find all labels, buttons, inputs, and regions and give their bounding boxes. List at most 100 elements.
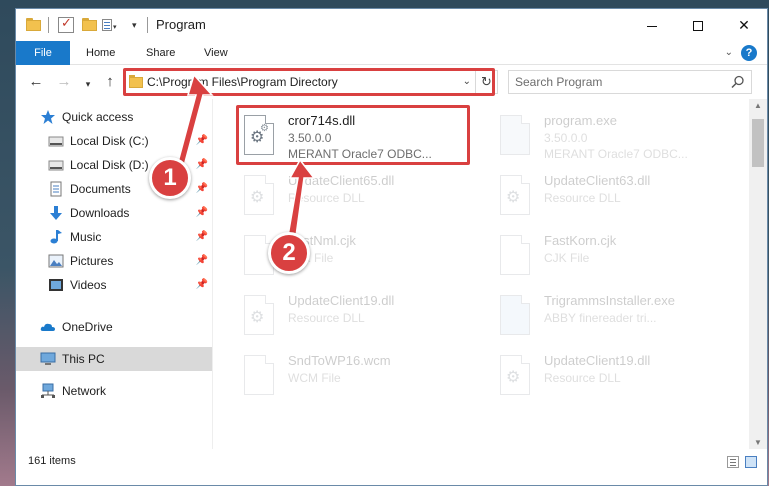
pin-icon[interactable]: 📌 (196, 207, 208, 218)
forward-arrow-icon[interactable]: → (54, 72, 74, 92)
file-type: ABBY finereader tri... (544, 311, 657, 325)
exe-file-icon (500, 295, 534, 337)
close-button[interactable]: ✕ (721, 9, 767, 41)
file-type: Resource DLL (288, 191, 365, 205)
file-item[interactable]: ⚙ UpdateClient19.dll Resource DLL (494, 349, 734, 405)
sidebar-item-videos[interactable]: Videos 📌 (16, 273, 212, 297)
pane-divider[interactable] (212, 99, 213, 449)
vertical-scrollbar[interactable]: ▲ ▼ (749, 99, 767, 449)
file-name: TrigrammsInstaller.exe (544, 293, 675, 308)
tab-file[interactable]: File (16, 41, 70, 65)
address-path[interactable]: C:\Program Files\Program Directory (147, 75, 338, 89)
sidebar-item-label: Downloads (70, 206, 130, 220)
sidebar-item-network[interactable]: Network (16, 379, 212, 403)
tab-share[interactable]: Share (136, 41, 185, 65)
file-name: UpdateClient63.dll (544, 173, 651, 188)
pin-icon[interactable]: 📌 (196, 183, 208, 194)
pictures-icon (48, 254, 64, 268)
properties-check-icon[interactable] (58, 15, 74, 33)
sidebar-item-label: Quick access (62, 110, 134, 124)
file-type: WCM File (288, 371, 341, 385)
tab-view[interactable]: View (194, 41, 238, 65)
address-bar[interactable]: C:\Program Files\Program Directory ⌄ ↻ (124, 70, 498, 94)
new-folder-icon[interactable] (82, 17, 98, 33)
maximize-button[interactable] (675, 9, 721, 41)
file-type: Resource DLL (288, 311, 365, 325)
file-type: Resource DLL (544, 371, 621, 385)
toolbar-separator (48, 17, 49, 33)
file-name: FastKorn.cjk (544, 233, 617, 248)
file-name: UpdateClient19.dll (288, 293, 395, 308)
file-item[interactable]: program.exe 3.50.0.0 MERANT Oracle7 ODBC… (494, 109, 734, 165)
dll-file-icon: ⚙ (500, 175, 534, 217)
file-item[interactable]: ⚙ UpdateClient63.dll Resource DLL (494, 169, 734, 225)
address-dropdown-chevron-icon[interactable]: ⌄ (463, 76, 471, 87)
minimize-button[interactable] (629, 9, 675, 41)
tiles-view-icon[interactable] (745, 456, 757, 468)
sidebar-item-quick-access[interactable]: Quick access (16, 105, 212, 129)
scroll-thumb[interactable] (752, 119, 764, 167)
file-item[interactable]: FastKorn.cjk CJK File (494, 229, 734, 285)
title-bar: ▾ ▾ Program ✕ (16, 9, 767, 41)
sidebar-item-label: OneDrive (62, 320, 113, 334)
file-type: Resource DLL (544, 191, 621, 205)
scroll-up-icon[interactable]: ▲ (749, 101, 767, 110)
file-highlight-box (236, 105, 470, 165)
pin-icon[interactable]: 📌 (196, 279, 208, 290)
recent-locations-chevron-icon[interactable]: ▾ (78, 74, 98, 94)
file-name: UpdateClient19.dll (544, 353, 651, 368)
expand-ribbon-chevron-icon[interactable]: ⌄ (725, 47, 733, 58)
folder-icon (26, 17, 42, 33)
file-item[interactable]: SndToWP16.wcm WCM File (238, 349, 478, 405)
pin-icon[interactable]: 📌 (196, 231, 208, 242)
search-box[interactable] (508, 70, 752, 94)
status-bar: 161 items (16, 449, 767, 485)
file-description: MERANT Oracle7 ODBC... (544, 147, 688, 161)
folder-icon (129, 75, 144, 89)
file-name: UpdateClient65.dll (288, 173, 395, 188)
sidebar-item-label: Documents (70, 182, 131, 196)
scroll-down-icon[interactable]: ▼ (749, 438, 767, 447)
file-item[interactable]: ⚙ UpdateClient19.dll Resource DLL (238, 289, 478, 345)
dll-file-icon: ⚙ (244, 295, 278, 337)
sidebar-item-music[interactable]: Music 📌 (16, 225, 212, 249)
exe-file-icon (500, 115, 534, 157)
computer-icon (40, 352, 56, 365)
drive-icon (48, 160, 64, 171)
back-arrow-icon[interactable]: ← (26, 72, 46, 92)
search-icon[interactable] (731, 75, 745, 89)
search-input[interactable] (515, 74, 725, 90)
music-icon (50, 230, 62, 244)
dll-file-icon: ⚙ (244, 175, 278, 217)
file-item[interactable]: TrigrammsInstaller.exe ABBY finereader t… (494, 289, 734, 345)
cloud-icon (40, 323, 55, 331)
sidebar-item-this-pc[interactable]: This PC (16, 347, 212, 371)
file-name: SndToWP16.wcm (288, 353, 391, 368)
sidebar-item-onedrive[interactable]: OneDrive (16, 315, 212, 339)
drive-icon (48, 136, 64, 147)
item-count: 161 items (28, 455, 76, 467)
ribbon: File Home Share View ⌄ ? (16, 41, 767, 65)
help-icon[interactable]: ? (741, 45, 757, 61)
step-badge-2: 2 (268, 232, 310, 274)
sidebar-item-downloads[interactable]: Downloads 📌 (16, 201, 212, 225)
pin-icon[interactable]: 📌 (196, 135, 208, 146)
sidebar-item-pictures[interactable]: Pictures 📌 (16, 249, 212, 273)
properties-icon[interactable]: ▾ (102, 17, 118, 33)
sidebar-item-label: Videos (70, 278, 107, 292)
sidebar-item-local-disk-c[interactable]: Local Disk (C:) 📌 (16, 129, 212, 153)
pin-icon[interactable]: 📌 (196, 255, 208, 266)
sidebar-item-label: Pictures (70, 254, 114, 268)
customize-toolbar-chevron-icon[interactable]: ▾ (132, 20, 137, 31)
sidebar-item-label: Music (70, 230, 102, 244)
refresh-icon[interactable]: ↻ (475, 71, 497, 93)
file-version: 3.50.0.0 (544, 131, 588, 145)
up-arrow-icon[interactable]: ↑ (100, 72, 120, 92)
tab-home[interactable]: Home (76, 41, 125, 65)
details-view-icon[interactable] (727, 456, 739, 468)
pin-icon[interactable]: 📌 (196, 159, 208, 170)
file-type: CJK File (544, 251, 590, 265)
network-icon (41, 383, 55, 398)
file-item[interactable]: ⚙ UpdateClient65.dll Resource DLL (238, 169, 478, 225)
documents-icon (50, 181, 62, 197)
